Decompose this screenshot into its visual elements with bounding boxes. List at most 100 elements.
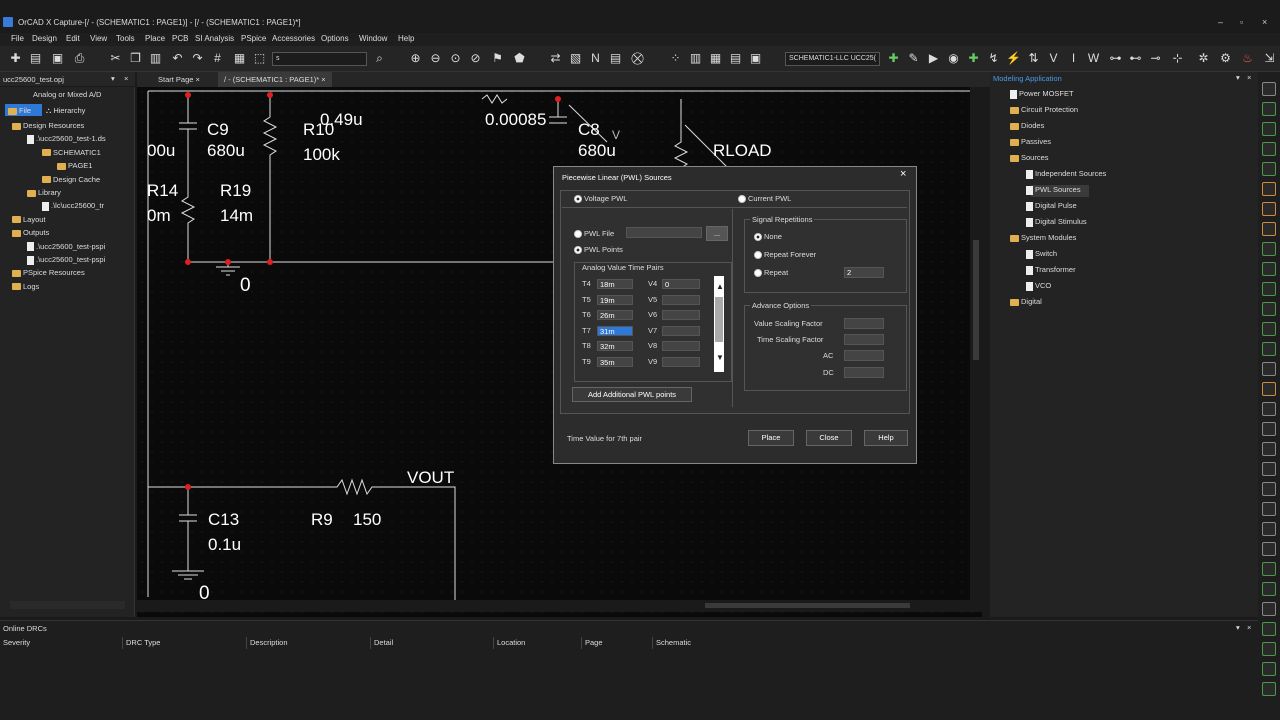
place-net-group-icon[interactable] <box>1262 562 1276 576</box>
label-r10-value[interactable]: 100k <box>303 145 340 165</box>
label-r14-value[interactable]: 0m <box>147 206 171 226</box>
column-severity[interactable]: Severity <box>0 637 122 649</box>
place-diamond-icon[interactable] <box>1262 522 1276 536</box>
modeling-tree-item[interactable]: Diodes <box>1010 121 1044 130</box>
tab-hierarchy[interactable]: ⛬ Hierarchy <box>46 106 85 116</box>
place-button[interactable]: Place <box>748 430 794 446</box>
bias-v-icon[interactable]: V <box>1046 51 1061 66</box>
bias-w-icon[interactable]: W <box>1086 51 1101 66</box>
place-net-alias-icon[interactable] <box>1262 142 1276 156</box>
zoom-out-icon[interactable]: ⊖ <box>428 51 443 66</box>
value-scaling-field[interactable] <box>844 318 884 329</box>
select-area-icon[interactable]: ⬚ <box>252 51 267 66</box>
close-window-button[interactable]: × <box>1262 17 1267 27</box>
time-value-field[interactable]: 31m <box>597 325 633 336</box>
edit-sim-profile-icon[interactable]: ✎ <box>906 51 921 66</box>
dc-field[interactable] <box>844 367 884 378</box>
menu-design[interactable]: Design <box>32 34 57 43</box>
project-tree-item[interactable]: Design Cache <box>42 175 100 184</box>
modeling-tree-item[interactable]: PWL Sources <box>1026 185 1081 195</box>
project-hscrollbar[interactable] <box>10 601 125 609</box>
pin-icon[interactable]: ▾ <box>1236 73 1240 82</box>
place-off-page-icon[interactable] <box>1262 262 1276 276</box>
report-icon[interactable]: ▤ <box>728 51 743 66</box>
label-r9-value[interactable]: 150 <box>353 510 381 530</box>
project-tree-item[interactable]: Outputs <box>12 228 49 237</box>
gear-icon[interactable]: ⚙ <box>1218 51 1233 66</box>
snap-grid-icon[interactable]: ▦ <box>232 51 247 66</box>
place-text-icon[interactable] <box>1262 442 1276 456</box>
repeat-count-field[interactable]: 2 <box>844 267 884 278</box>
repeat-none-radio[interactable]: None <box>754 232 782 242</box>
browse-button[interactable]: ... <box>706 226 728 241</box>
label-r19-value[interactable]: 14m <box>220 206 253 226</box>
label-c9-value[interactable]: 680u <box>207 141 245 161</box>
modeling-tree-item[interactable]: Digital <box>1010 297 1042 306</box>
properties-icon[interactable]: ▦ <box>708 51 723 66</box>
value-field[interactable] <box>662 325 700 336</box>
label-v-marker[interactable]: V <box>612 128 620 142</box>
dialog-close-icon[interactable]: × <box>900 168 906 180</box>
place-bezier-icon[interactable] <box>1262 462 1276 476</box>
label-vout[interactable]: VOUT <box>407 468 454 488</box>
place-wire-icon[interactable] <box>1262 122 1276 136</box>
repeat-forever-radio[interactable]: Repeat Forever <box>754 250 816 260</box>
pwl-file-path-field[interactable] <box>626 227 702 238</box>
scroll-down-icon[interactable]: ▼ <box>716 353 724 362</box>
place-ground-icon[interactable] <box>1262 242 1276 256</box>
pin-icon[interactable]: ▾ <box>111 74 115 83</box>
search-icon[interactable]: ⌕ <box>372 51 387 66</box>
modeling-tree-item[interactable]: Power MOSFET <box>1010 89 1074 99</box>
place-loop-icon[interactable] <box>1262 642 1276 656</box>
vscroll-thumb[interactable] <box>973 240 979 360</box>
modeling-tree-item[interactable]: VCO <box>1026 281 1051 291</box>
minimize-button[interactable]: – <box>1218 17 1223 27</box>
voltage-pwl-radio[interactable]: Voltage PWL <box>574 194 627 204</box>
zoom-area-icon[interactable]: ⊙ <box>448 51 463 66</box>
view-results-icon[interactable]: ◉ <box>946 51 961 66</box>
place-no-connect-icon[interactable] <box>1262 322 1276 336</box>
scroll-up-icon[interactable]: ▲ <box>716 282 724 291</box>
help-button[interactable]: Help <box>864 430 908 446</box>
modeling-tree-item[interactable]: Switch <box>1026 249 1057 259</box>
tab-start-page[interactable]: Start Page × <box>152 72 206 87</box>
place-marker-icon[interactable] <box>1262 602 1276 616</box>
time-value-field[interactable]: 18m <box>597 279 633 289</box>
label-c9[interactable]: C9 <box>207 120 229 140</box>
column-page[interactable]: Page <box>581 637 652 649</box>
library-icon[interactable]: ▥ <box>688 51 703 66</box>
project-tree-item[interactable]: PAGE1 <box>57 161 92 170</box>
undo-icon[interactable]: ↶ <box>170 51 185 66</box>
value-field[interactable] <box>662 341 700 351</box>
magnetic-icon[interactable]: ⊷ <box>1128 51 1143 66</box>
modeling-tree-item[interactable]: Digital Pulse <box>1026 201 1077 211</box>
close-panel-icon[interactable]: × <box>124 74 128 83</box>
current-pwl-radio[interactable]: Current PWL <box>738 194 791 204</box>
save-icon[interactable]: ▣ <box>50 51 65 66</box>
annotate-icon[interactable]: ⇄ <box>548 51 563 66</box>
close-tab-icon[interactable]: × <box>321 75 325 84</box>
menu-place[interactable]: Place <box>145 34 165 43</box>
label-c-partial-value[interactable]: 00u <box>147 141 175 161</box>
menu-tools[interactable]: Tools <box>116 34 135 43</box>
bookmark-icon[interactable]: ⚑ <box>490 51 505 66</box>
diff-marker-icon[interactable]: ⇅ <box>1026 51 1041 66</box>
label-r19[interactable]: R19 <box>220 181 251 201</box>
netlist-icon[interactable]: ⬟ <box>512 51 527 66</box>
label-c8[interactable]: C8 <box>578 120 600 140</box>
tab-schematic-page[interactable]: / - (SCHEMATIC1 : PAGE1)* × <box>218 72 332 87</box>
time-value-field[interactable]: 35m <box>597 356 633 367</box>
ac-field[interactable] <box>844 350 884 361</box>
grid-icon[interactable]: # <box>210 51 225 66</box>
time-value-field[interactable]: 26m <box>597 310 633 320</box>
value-field[interactable] <box>662 356 700 367</box>
restore-button[interactable]: ▫ <box>1240 17 1243 27</box>
open-folder-icon[interactable]: ▤ <box>28 51 43 66</box>
time-value-field[interactable]: 32m <box>597 341 633 351</box>
place-arc-icon[interactable] <box>1262 422 1276 436</box>
modeling-tree-item[interactable]: Passives <box>1010 137 1051 146</box>
place-ellipse-icon[interactable] <box>1262 402 1276 416</box>
place-line-icon[interactable] <box>1262 342 1276 356</box>
value-field[interactable]: 0 <box>662 279 700 289</box>
label-000085[interactable]: 0.00085 <box>485 110 546 130</box>
